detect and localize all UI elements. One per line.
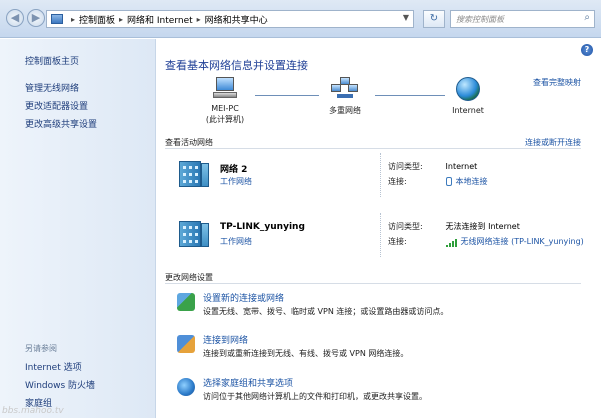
globe-icon (456, 77, 480, 101)
address-toolbar: ◀ ▶ ▸ 控制面板 ▸ 网络和 Internet ▸ 网络和共享中心 ▼ ↻ … (0, 0, 601, 38)
map-node-this-pc[interactable]: MEI-PC (此计算机) (201, 77, 249, 125)
left-task-pane: 控制面板主页 管理无线网络 更改适配器设置 更改高级共享设置 另请参阅 Inte… (0, 39, 156, 418)
internet-label: Internet (452, 106, 484, 115)
map-node-multiple-networks[interactable]: 多重网络 (323, 77, 367, 116)
network-name: 网络 2 (220, 165, 248, 175)
column-divider (380, 153, 381, 197)
search-placeholder: 搜索控制面板 (456, 15, 504, 24)
access-type-row: 访问类型: Internet (388, 161, 477, 172)
pc-name-label: MEI-PC (211, 104, 239, 113)
network-building-icon (177, 217, 209, 249)
see-also-label: 另请参阅 (25, 344, 57, 353)
chevron-down-icon[interactable]: ▼ (403, 13, 409, 22)
homegroup-icon (177, 378, 195, 396)
ethernet-plug-icon (445, 177, 452, 186)
section-divider (165, 283, 581, 284)
change-adapter-settings-link[interactable]: 更改适配器设置 (25, 99, 97, 117)
task-description: 连接到或重新连接到无线、有线、拨号或 VPN 网络连接。 (203, 349, 409, 358)
new-connection-icon (177, 293, 195, 311)
map-node-internet[interactable]: Internet (447, 77, 489, 116)
computer-icon (213, 77, 237, 99)
breadcrumb-separator: ▸ (119, 14, 124, 24)
network-entry: TP-LINK_yunying 工作网络 访问类型: 无法连接到 Interne… (177, 213, 584, 263)
connect-to-network-link[interactable]: 连接到网络 (203, 333, 248, 346)
multiple-networks-label: 多重网络 (329, 106, 361, 115)
network-building-icon (177, 157, 209, 189)
page-title: 查看基本网络信息并设置连接 (165, 59, 308, 72)
map-link-line (375, 95, 445, 96)
access-type-row: 访问类型: 无法连接到 Internet (388, 221, 520, 232)
access-type-label: 访问类型: (388, 162, 423, 171)
access-type-label: 访问类型: (388, 222, 423, 231)
multiple-networks-icon (331, 77, 359, 101)
refresh-button[interactable]: ↻ (423, 10, 445, 28)
setup-new-connection-link[interactable]: 设置新的连接或网络 (203, 291, 284, 304)
advanced-sharing-settings-link[interactable]: 更改高级共享设置 (25, 117, 97, 135)
breadcrumb-network-internet[interactable]: 网络和 Internet (127, 13, 193, 26)
section-divider (165, 148, 581, 149)
local-connection-link[interactable]: 本地连接 (456, 177, 488, 186)
control-panel-icon (51, 14, 63, 24)
access-type-value: 无法连接到 Internet (445, 222, 520, 231)
wireless-signal-icon (445, 238, 458, 247)
map-link-line (255, 95, 319, 96)
windows-firewall-link[interactable]: Windows 防火墙 (25, 378, 95, 396)
connection-label: 连接: (388, 177, 407, 186)
see-full-map-link[interactable]: 查看完整映射 (533, 77, 581, 88)
column-divider (380, 213, 381, 257)
change-settings-title: 更改网络设置 (165, 273, 213, 282)
task-description: 访问位于其他网络计算机上的文件和打印机，或更改共享设置。 (203, 392, 427, 401)
internet-options-link[interactable]: Internet 选项 (25, 360, 95, 378)
search-input[interactable]: 搜索控制面板 ⌕ (450, 10, 595, 28)
help-icon[interactable]: ? (581, 44, 593, 56)
forward-button[interactable]: ▶ (27, 9, 45, 27)
connect-disconnect-link[interactable]: 连接或断开连接 (525, 137, 581, 148)
manage-wireless-link[interactable]: 管理无线网络 (25, 81, 97, 99)
watermark: bbs.mahoo.tv (2, 406, 64, 416)
breadcrumb-separator: ▸ (71, 14, 76, 24)
pc-this-label: (此计算机) (205, 115, 245, 124)
main-content: ? 查看基本网络信息并设置连接 查看完整映射 MEI-PC (此计算机) 多重网… (157, 39, 601, 418)
network-type-link[interactable]: 工作网络 (220, 236, 252, 247)
control-panel-home-link[interactable]: 控制面板主页 (25, 54, 79, 67)
back-button[interactable]: ◀ (6, 9, 24, 27)
homegroup-sharing-link[interactable]: 选择家庭组和共享选项 (203, 376, 293, 389)
task-description: 设置无线、宽带、拨号、临时或 VPN 连接；或设置路由器或访问点。 (203, 307, 449, 316)
wireless-connection-link[interactable]: 无线网络连接 (TP-LINK_yunying) (461, 237, 584, 246)
search-icon[interactable]: ⌕ (584, 12, 590, 23)
connect-network-icon (177, 335, 195, 353)
access-type-value: Internet (445, 162, 478, 171)
connection-row: 连接: 本地连接 (388, 176, 488, 187)
connection-row: 连接: 无线网络连接 (TP-LINK_yunying) (388, 236, 584, 247)
network-name: TP-LINK_yunying (220, 222, 305, 232)
connection-label: 连接: (388, 237, 407, 246)
breadcrumb-separator: ▸ (196, 14, 201, 24)
breadcrumb-control-panel[interactable]: 控制面板 (79, 13, 115, 26)
network-entry: 网络 2 工作网络 访问类型: Internet 连接: 本地连接 (177, 153, 577, 203)
active-networks-title: 查看活动网络 (165, 138, 213, 147)
left-task-links: 管理无线网络 更改适配器设置 更改高级共享设置 (25, 81, 97, 135)
address-bar[interactable]: ▸ 控制面板 ▸ 网络和 Internet ▸ 网络和共享中心 ▼ (46, 10, 414, 28)
network-type-link[interactable]: 工作网络 (220, 176, 252, 187)
breadcrumb-network-sharing-center[interactable]: 网络和共享中心 (205, 13, 268, 26)
